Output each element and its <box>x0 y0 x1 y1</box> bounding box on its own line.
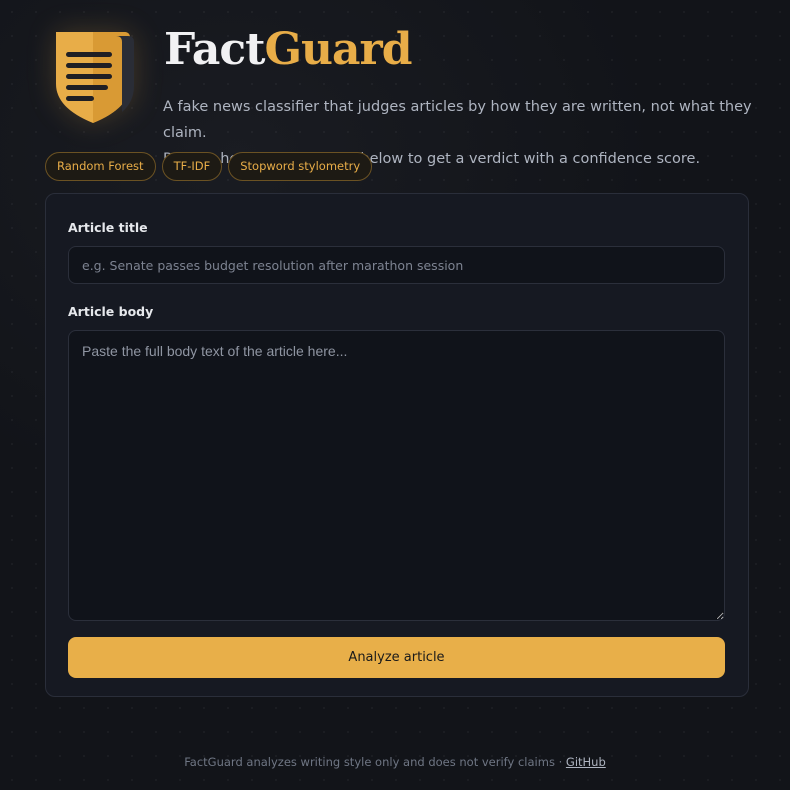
article-form-card: Article title Article body Analyze artic… <box>45 193 749 697</box>
app-header: FactGuard A fake news classifier that ju… <box>50 24 752 167</box>
shield-document-icon <box>50 26 136 126</box>
app-title-part1: Fact <box>164 24 265 75</box>
app-title-part2: Guard <box>264 24 412 75</box>
article-title-label: Article title <box>68 220 148 235</box>
tag-list: Random Forest TF-IDF Stopword stylometry <box>45 152 378 182</box>
tag-tf-idf: TF-IDF <box>161 152 223 181</box>
description-line-1: A fake news classifier that judges artic… <box>163 99 752 141</box>
tag-stopword-stylometry: Stopword stylometry <box>228 152 373 181</box>
app-title: FactGuard <box>164 24 413 75</box>
article-body-label: Article body <box>68 304 154 319</box>
footer: FactGuard analyzes writing style only an… <box>0 755 790 769</box>
tag-random-forest: Random Forest <box>45 152 156 181</box>
analyze-article-button[interactable]: Analyze article <box>68 637 725 678</box>
footer-text: FactGuard analyzes writing style only an… <box>184 755 566 769</box>
github-link[interactable]: GitHub <box>566 755 606 769</box>
article-title-input[interactable] <box>68 246 725 284</box>
article-body-textarea[interactable] <box>68 330 725 621</box>
